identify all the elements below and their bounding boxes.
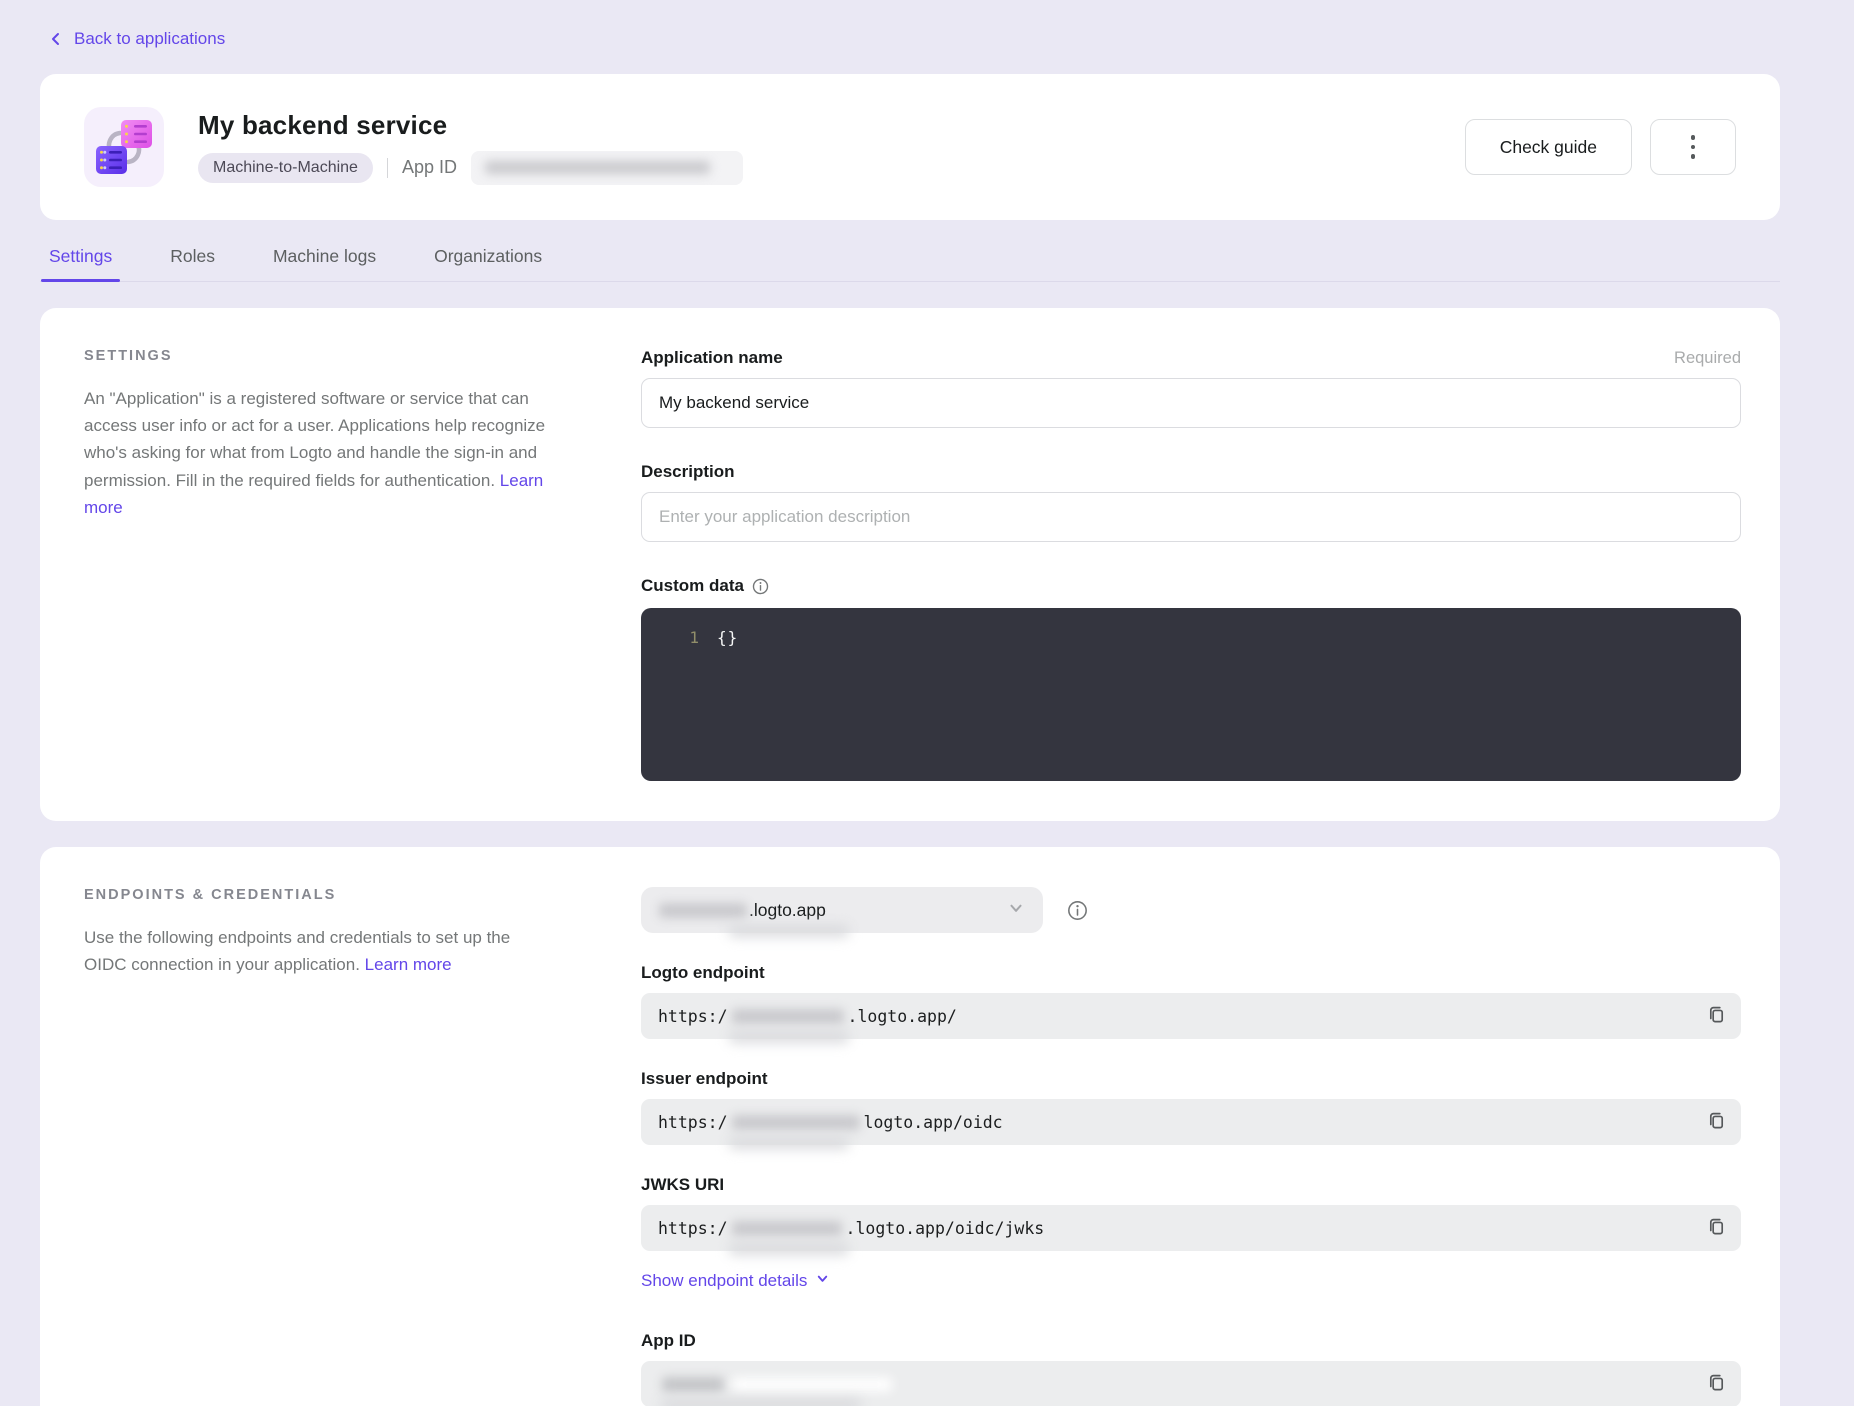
redacted-tenant-id (659, 903, 747, 918)
endpoints-section-heading: ENDPOINTS & CREDENTIALS (84, 887, 548, 903)
show-endpoint-details-toggle[interactable]: Show endpoint details (641, 1271, 830, 1291)
custom-data-field-group: Custom data 1 {} (641, 576, 1741, 781)
machine-to-machine-app-logo-icon (84, 107, 164, 187)
domain-select-dropdown[interactable]: .logto.app (641, 887, 1043, 933)
meta-divider (387, 158, 388, 178)
app-id-value-field (641, 1361, 1741, 1406)
redacted-tenant-id (732, 1221, 842, 1236)
settings-card: SETTINGS An "Application" is a registere… (40, 308, 1780, 821)
endpoint-url-suffix: .logto.app/ (848, 1007, 957, 1026)
copy-jwks-uri-button[interactable] (1705, 1215, 1728, 1241)
tab-settings[interactable]: Settings (49, 246, 112, 281)
required-tag: Required (1674, 349, 1741, 368)
application-name-field-group: Application name Required (641, 348, 1741, 428)
description-label: Description (641, 462, 735, 482)
copy-logto-endpoint-button[interactable] (1705, 1003, 1728, 1029)
redaction-smear (729, 1137, 849, 1149)
domain-row: .logto.app (641, 887, 1741, 933)
copy-icon (1707, 1111, 1726, 1133)
jwks-uri-label: JWKS URI (641, 1175, 1741, 1195)
issuer-endpoint-field-group: Issuer endpoint https:/ logto.app/oidc (641, 1069, 1741, 1145)
tab-machine-logs[interactable]: Machine logs (273, 246, 376, 281)
chevron-left-icon (48, 31, 64, 47)
copy-icon (1707, 1005, 1726, 1027)
settings-section-heading: SETTINGS (84, 348, 548, 364)
application-tabs: Settings Roles Machine logs Organization… (40, 246, 1780, 282)
application-header-info: My backend service Machine-to-Machine Ap… (198, 110, 1465, 185)
endpoint-url-prefix: https:/ (658, 1007, 728, 1026)
custom-data-code-editor[interactable]: 1 {} (641, 608, 1741, 781)
copy-app-id-field-button[interactable] (1705, 1371, 1728, 1397)
jwks-uri-value-field: https:/ .logto.app/oidc/jwks (641, 1205, 1741, 1251)
endpoints-learn-more-link[interactable]: Learn more (365, 955, 452, 974)
endpoints-credentials-card: ENDPOINTS & CREDENTIALS Use the followin… (40, 847, 1780, 1406)
application-header-card: My backend service Machine-to-Machine Ap… (40, 74, 1780, 220)
endpoints-section-intro: Use the following endpoints and credenti… (84, 924, 548, 978)
redacted-text (485, 161, 710, 174)
redacted-tenant-id (732, 1009, 844, 1024)
jwks-uri-field-group: JWKS URI https:/ .logto.app/oidc/jwks (641, 1175, 1741, 1251)
settings-intro-text: An "Application" is a registered softwar… (84, 389, 545, 490)
custom-data-label: Custom data (641, 576, 769, 596)
description-input[interactable] (641, 492, 1741, 542)
endpoint-url-suffix: logto.app/oidc (864, 1113, 1003, 1132)
application-title: My backend service (198, 110, 1465, 141)
logto-endpoint-value-field: https:/ .logto.app/ (641, 993, 1741, 1039)
editor-line-number: 1 (641, 628, 699, 761)
domain-select-value: .logto.app (749, 900, 826, 921)
redaction-smear (729, 1243, 849, 1255)
kebab-icon (1691, 135, 1696, 159)
back-link-label[interactable]: Back to applications (74, 29, 225, 49)
more-actions-button[interactable] (1650, 119, 1736, 175)
show-endpoint-details-label[interactable]: Show endpoint details (641, 1271, 807, 1291)
redaction-smear (729, 925, 849, 937)
logto-endpoint-label: Logto endpoint (641, 963, 1741, 983)
custom-data-label-text: Custom data (641, 576, 744, 596)
check-guide-button[interactable]: Check guide (1465, 119, 1632, 175)
redacted-app-id (732, 1377, 892, 1392)
copy-icon (1707, 1217, 1726, 1239)
description-field-group: Description (641, 462, 1741, 542)
tab-roles[interactable]: Roles (170, 246, 215, 281)
copy-icon (1707, 1373, 1726, 1395)
redacted-app-id (662, 1377, 724, 1392)
chevron-down-icon (1007, 899, 1025, 922)
issuer-endpoint-label: Issuer endpoint (641, 1069, 1741, 1089)
endpoint-url-suffix: .logto.app/oidc/jwks (846, 1219, 1045, 1238)
copy-issuer-endpoint-button[interactable] (1705, 1109, 1728, 1135)
app-id-label: App ID (641, 1331, 1741, 1351)
chevron-down-icon (815, 1271, 830, 1291)
domain-info-icon[interactable] (1067, 900, 1088, 921)
header-app-id-label: App ID (402, 157, 457, 178)
redaction-smear (729, 1031, 849, 1043)
redacted-tenant-id (732, 1115, 860, 1130)
page: Back to applications (40, 0, 1780, 1406)
redaction-smear (661, 1399, 861, 1406)
settings-section-intro: An "Application" is a registered softwar… (84, 385, 548, 521)
endpoint-url-prefix: https:/ (658, 1219, 728, 1238)
app-id-field-group: App ID (641, 1331, 1741, 1406)
logto-endpoint-field-group: Logto endpoint https:/ .logto.app/ (641, 963, 1741, 1039)
editor-code-content: {} (699, 628, 738, 761)
application-type-badge: Machine-to-Machine (198, 153, 373, 183)
endpoint-url-prefix: https:/ (658, 1113, 728, 1132)
back-to-applications-link[interactable]: Back to applications (40, 26, 1780, 52)
issuer-endpoint-value-field: https:/ logto.app/oidc (641, 1099, 1741, 1145)
application-name-label: Application name (641, 348, 783, 368)
application-name-input[interactable] (641, 378, 1741, 428)
tab-organizations[interactable]: Organizations (434, 246, 542, 281)
header-app-id-value-redacted (471, 151, 743, 185)
info-icon[interactable] (752, 578, 769, 595)
